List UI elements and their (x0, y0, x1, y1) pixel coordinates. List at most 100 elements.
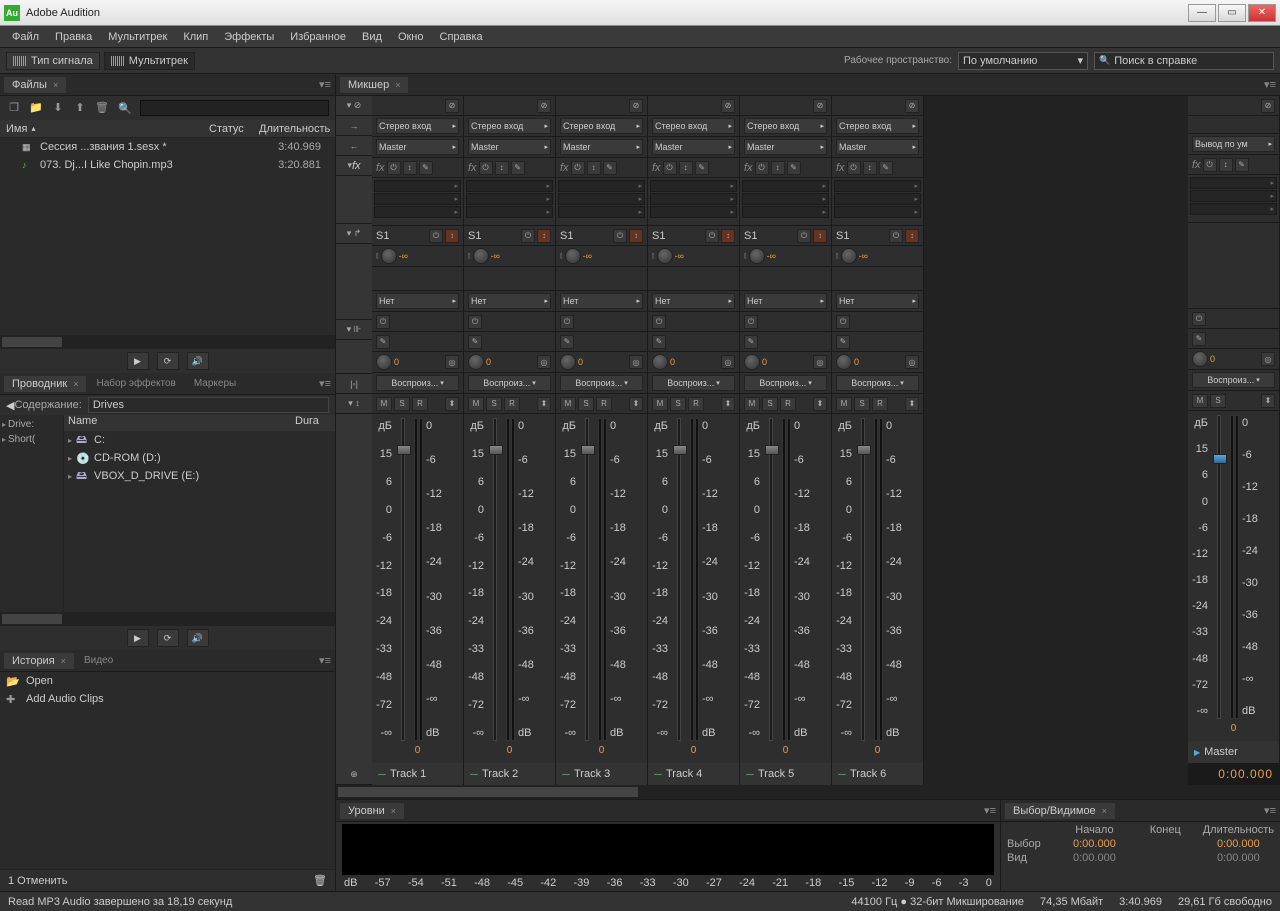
menu-help[interactable]: Справка (432, 28, 491, 46)
fx-slot[interactable] (558, 180, 645, 192)
fx-edit-icon[interactable]: ✎ (787, 161, 801, 175)
stereo-icon[interactable]: ◎ (721, 355, 735, 369)
fx-toggle[interactable]: ▾ fx (336, 156, 372, 176)
send-pre-icon[interactable]: ↕ (813, 229, 827, 243)
send-level-knob[interactable] (565, 248, 581, 264)
tab-markers[interactable]: Маркеры (186, 376, 244, 391)
signal-type-button[interactable]: Тип сигнала (6, 52, 100, 70)
workspace-select[interactable]: По умолчанию▾ (958, 52, 1088, 70)
send-pre-icon[interactable]: ↕ (537, 229, 551, 243)
col-status[interactable]: Статус (209, 123, 259, 135)
r-button[interactable]: R (412, 397, 428, 411)
tab-files[interactable]: Файлы× (4, 77, 66, 93)
m-button[interactable]: M (468, 397, 484, 411)
s-button[interactable]: S (670, 397, 686, 411)
send-level-knob[interactable] (841, 248, 857, 264)
r-button[interactable]: R (780, 397, 796, 411)
fx-edit-icon[interactable]: ✎ (511, 161, 525, 175)
view-end[interactable] (1132, 852, 1199, 864)
r-button[interactable]: R (872, 397, 888, 411)
view-start[interactable]: 0:00.000 (1061, 852, 1128, 864)
fx-slot[interactable] (558, 193, 645, 205)
menu-favorites[interactable]: Избранное (282, 28, 354, 46)
send-dest-select[interactable]: Нет (468, 293, 551, 309)
send-power-icon[interactable]: ⏻ (705, 229, 719, 243)
send-level-knob[interactable] (473, 248, 489, 264)
r-button[interactable]: R (688, 397, 704, 411)
menu-multitrack[interactable]: Мультитрек (100, 28, 175, 46)
fx-power-icon[interactable]: ⏻ (847, 161, 861, 175)
s-button[interactable]: S (578, 397, 594, 411)
m-button[interactable]: M (652, 397, 668, 411)
send-pre-icon[interactable]: ↕ (629, 229, 643, 243)
fx-pre-icon[interactable]: ↕ (679, 161, 693, 175)
fx-edit-icon[interactable]: ✎ (879, 161, 893, 175)
eq-power-icon[interactable]: ⏻ (1192, 312, 1206, 326)
track-name[interactable]: ⁓Track 3 (556, 763, 647, 785)
send-power-icon[interactable]: ⏻ (797, 229, 811, 243)
volume-value[interactable]: 0 (556, 745, 647, 763)
send-dest-select[interactable]: Нет (744, 293, 827, 309)
fx-edit-icon[interactable]: ✎ (603, 161, 617, 175)
output-select[interactable]: Master (376, 139, 459, 155)
phase-icon[interactable]: ⊘ (629, 99, 643, 113)
panel-menu-icon[interactable]: ▾≡ (1264, 78, 1276, 91)
output-select[interactable]: Master (744, 139, 827, 155)
sends-toggle[interactable]: ▾ ↱ (336, 224, 372, 244)
s-button[interactable]: S (1210, 394, 1226, 408)
close-file-icon[interactable]: ⬆ (72, 101, 88, 115)
col-duration[interactable]: Длительность (259, 123, 329, 135)
file-row[interactable]: ♪ 073. Dj...I Like Chopin.mp3 3:20.881 (0, 156, 335, 174)
drive-item[interactable]: 💿CD-ROM (D:) (64, 449, 335, 467)
drive-item[interactable]: 🖴C: (64, 431, 335, 449)
autoplay-button[interactable]: 🔊 (187, 352, 209, 370)
eq-edit-icon[interactable]: ✎ (560, 335, 574, 349)
fx-pre-icon[interactable]: ↕ (1219, 158, 1233, 172)
fx-power-icon[interactable]: ⏻ (1203, 158, 1217, 172)
fx-slot[interactable] (374, 180, 461, 192)
input-select[interactable]: Стерео вход (560, 118, 643, 134)
play-button[interactable]: ▶ (127, 352, 149, 370)
volume-value[interactable]: 0 (740, 745, 831, 763)
fx-power-icon[interactable]: ⏻ (571, 161, 585, 175)
col-name[interactable]: Имя (6, 123, 209, 135)
fx-slot[interactable] (466, 206, 553, 218)
fx-edit-icon[interactable]: ✎ (1235, 158, 1249, 172)
fx-slot[interactable] (466, 180, 553, 192)
fx-slot[interactable] (466, 193, 553, 205)
read-icon[interactable]: ⬍ (445, 397, 459, 411)
r-button[interactable]: R (504, 397, 520, 411)
m-button[interactable]: M (376, 397, 392, 411)
panel-menu-icon[interactable]: ▾≡ (1264, 804, 1276, 817)
fx-edit-icon[interactable]: ✎ (419, 161, 433, 175)
volume-value[interactable]: 0 (832, 745, 923, 763)
fx-slot[interactable] (742, 206, 829, 218)
files-filter-input[interactable] (140, 100, 329, 116)
track-add-icon[interactable]: ⊕ (336, 765, 372, 785)
volume-value[interactable]: 0 (372, 745, 463, 763)
fx-power-icon[interactable]: ⏻ (755, 161, 769, 175)
eq-edit-icon[interactable]: ✎ (1192, 332, 1206, 346)
fx-slot[interactable] (742, 193, 829, 205)
fx-slot[interactable] (1190, 190, 1277, 202)
automation-mode[interactable]: Воспроиз... (744, 375, 827, 391)
input-select[interactable]: Стерео вход (376, 118, 459, 134)
menu-effects[interactable]: Эффекты (216, 28, 282, 46)
s-button[interactable]: S (486, 397, 502, 411)
new-file-icon[interactable]: ❐ (6, 101, 22, 115)
volume-fader[interactable] (486, 418, 504, 741)
fx-slot[interactable] (650, 193, 737, 205)
multitrack-button[interactable]: Мультитрек (104, 52, 195, 70)
eq-edit-icon[interactable]: ✎ (652, 335, 666, 349)
tab-history[interactable]: История× (4, 653, 74, 669)
volume-fader[interactable] (854, 418, 872, 741)
eq-edit-icon[interactable]: ✎ (468, 335, 482, 349)
send-pre-icon[interactable]: ↕ (721, 229, 735, 243)
eq-power-icon[interactable]: ⏻ (468, 315, 482, 329)
fx-slot[interactable] (558, 206, 645, 218)
eq-power-icon[interactable]: ⏻ (376, 315, 390, 329)
nav-back-icon[interactable]: ◀ (6, 399, 14, 412)
pan-knob[interactable] (744, 354, 760, 370)
stereo-icon[interactable]: ◎ (905, 355, 919, 369)
help-search[interactable]: Поиск в справке (1094, 52, 1274, 70)
